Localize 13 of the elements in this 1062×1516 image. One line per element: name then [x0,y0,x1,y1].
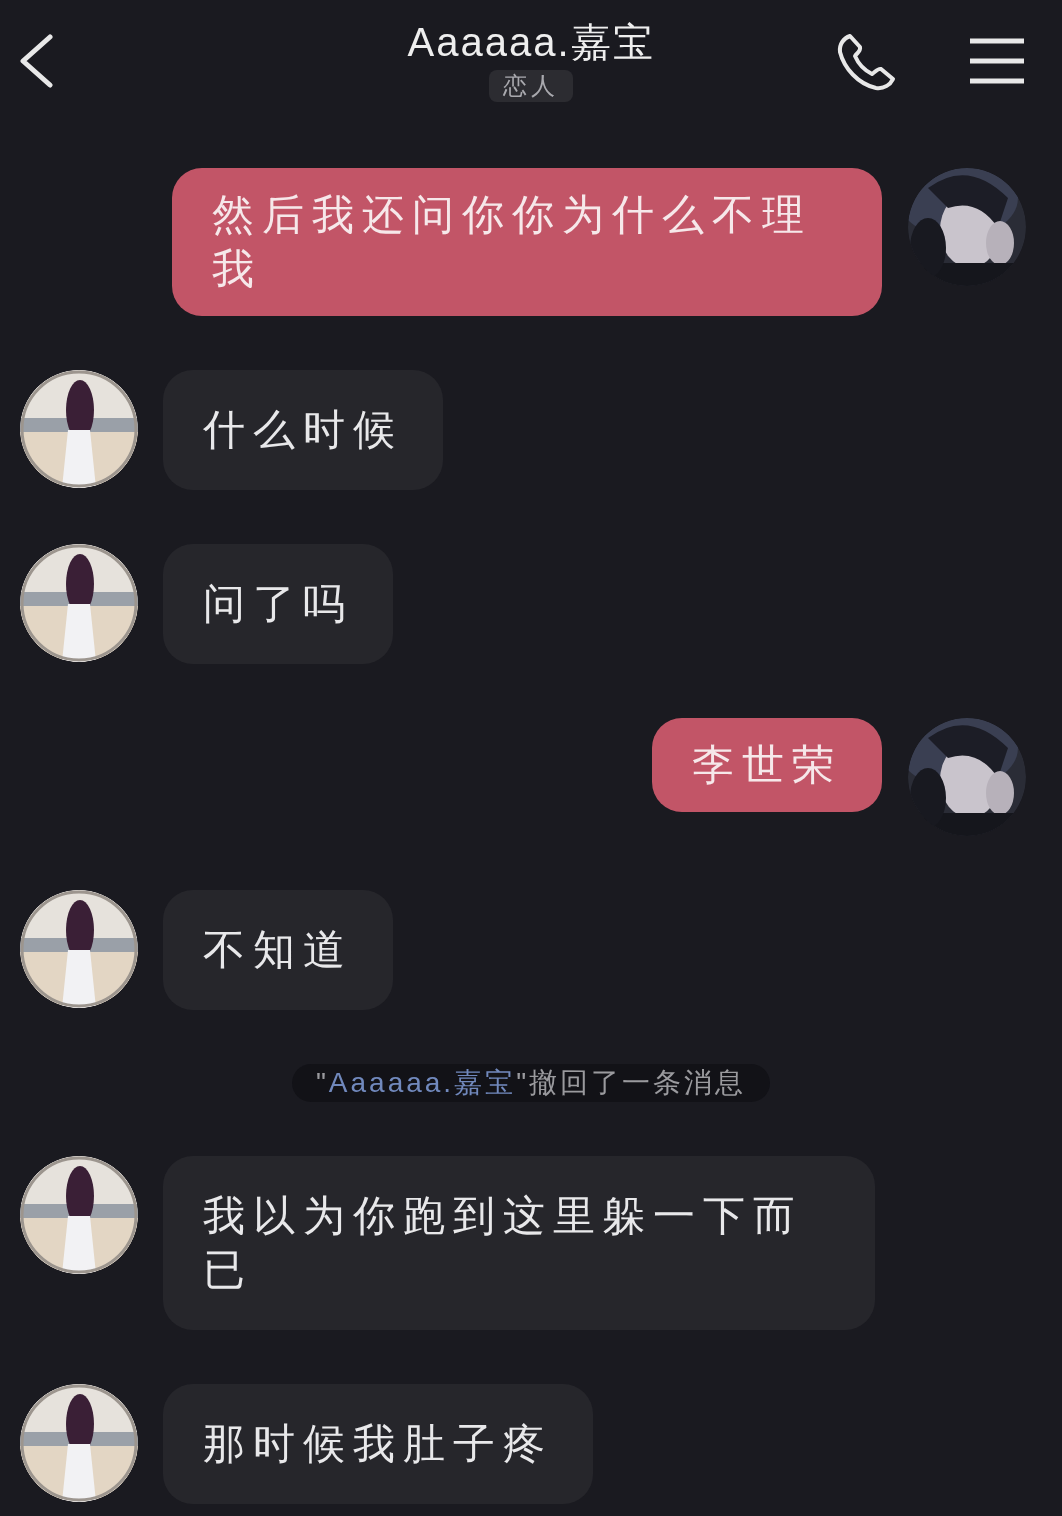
back-icon[interactable] [18,34,54,88]
phone-icon[interactable] [836,32,898,92]
message-bubble: 那时候我肚子疼 [163,1384,593,1504]
menu-icon[interactable] [968,38,1026,84]
message-bubble: 李世荣 [652,718,882,812]
chat-title: Aaaaaa.嘉宝 [407,19,655,66]
message-bubble: 问了吗 [163,544,393,664]
message-bubble: 什么时候 [163,370,443,490]
message-bubble: 不知道 [163,890,393,1010]
relationship-tag: 恋人 [489,70,573,102]
recall-notice: "Aaaaaa.嘉宝"撤回了一条消息 [291,1064,771,1102]
message-bubble: 然后我还问你你为什么不理我 [172,168,882,316]
message-bubble: 我以为你跑到这里躲一下而已 [163,1156,875,1330]
